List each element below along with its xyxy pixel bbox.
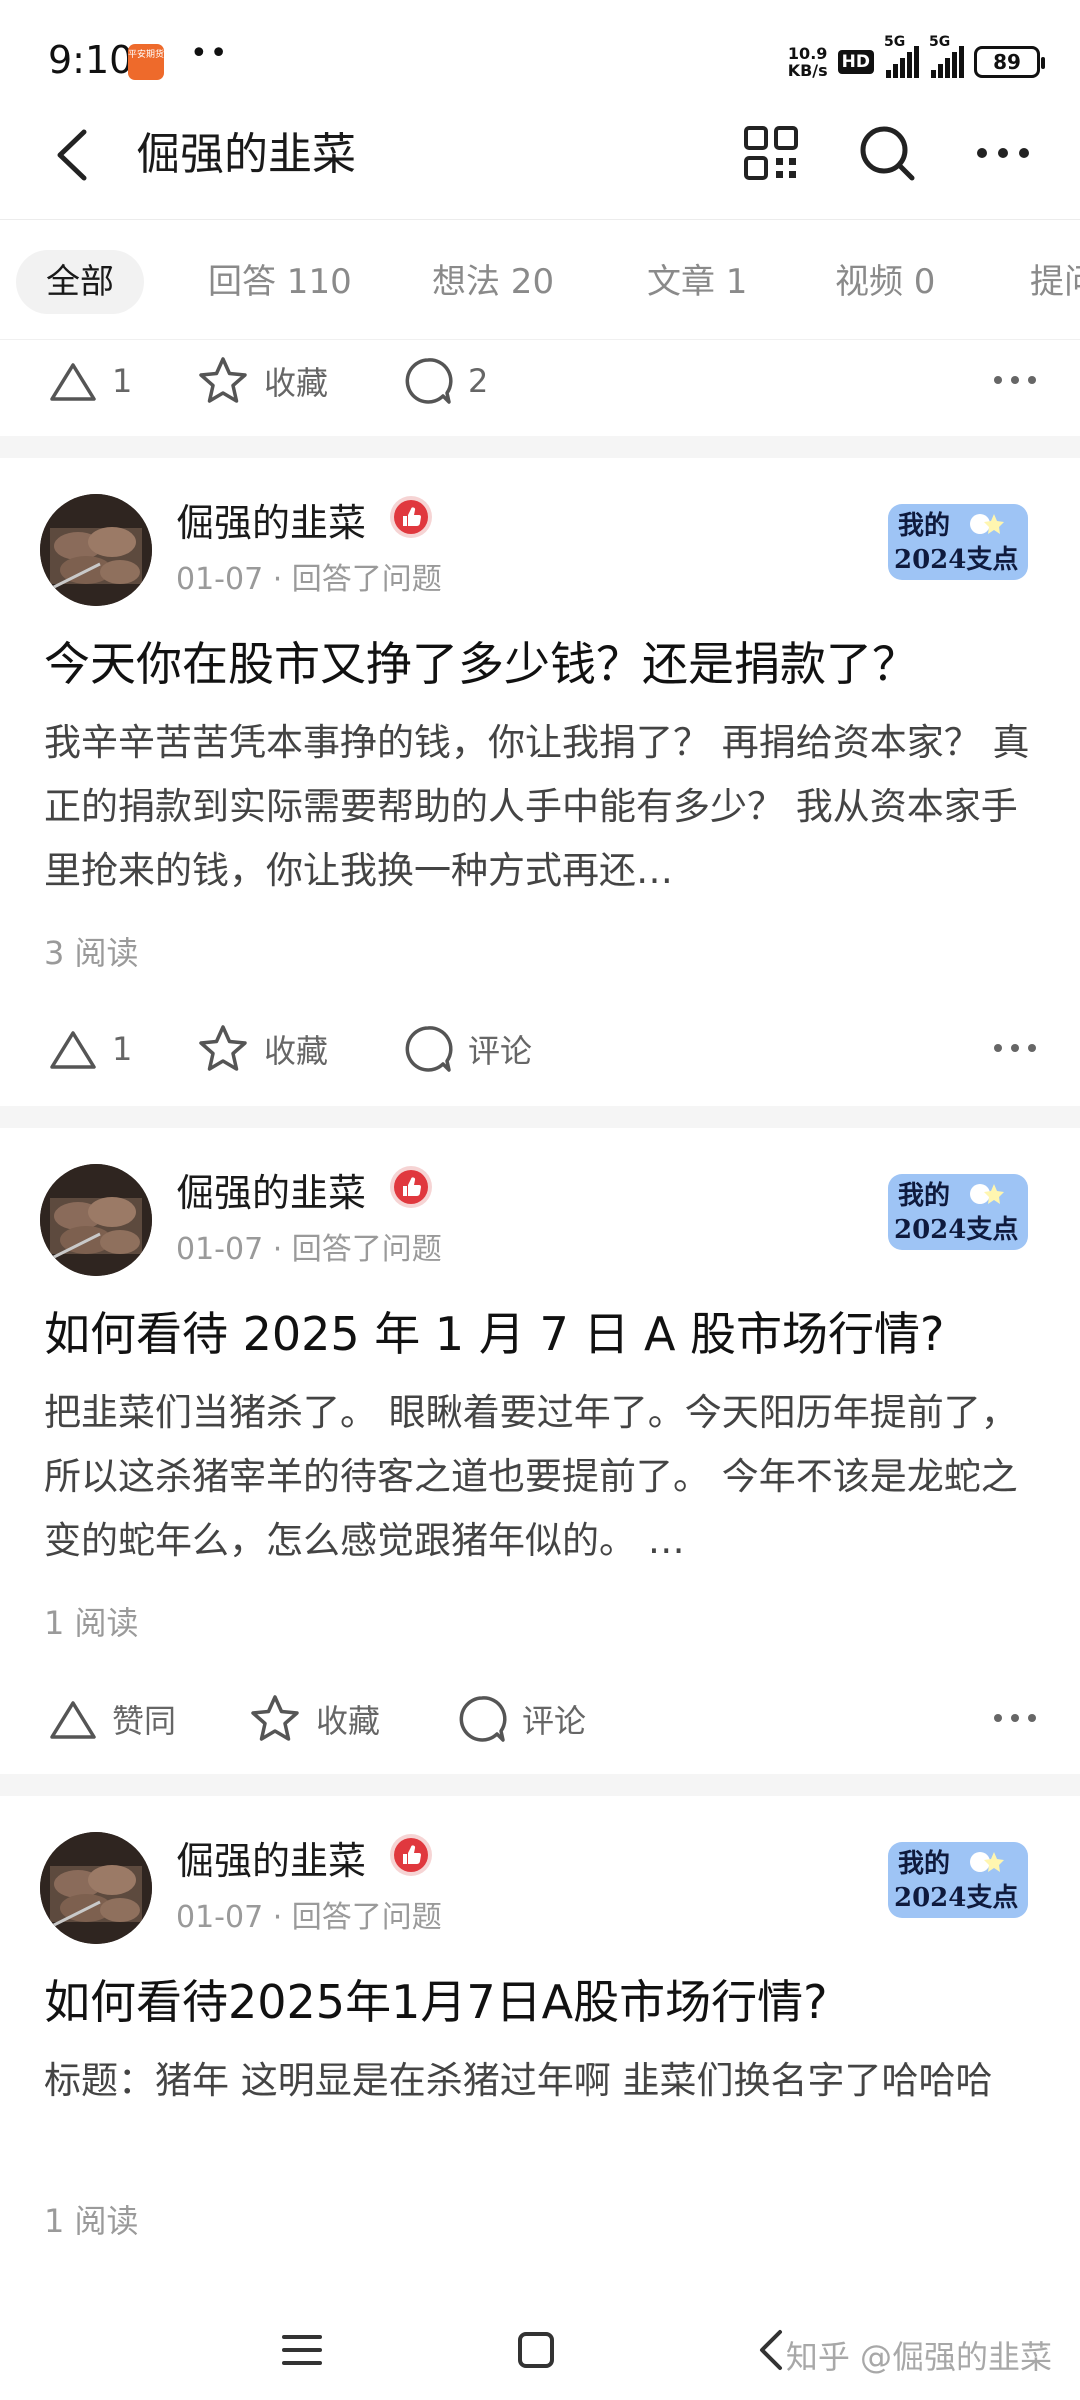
more-notifications-icon: ••: [190, 36, 230, 71]
like-button[interactable]: 1: [48, 336, 132, 426]
tab-videos[interactable]: 视频 0: [835, 250, 935, 314]
signal-icon-2: 5G: [929, 34, 964, 78]
more-dots-icon: [994, 1044, 1036, 1052]
network-speed: 10.9 KB/s: [787, 44, 828, 80]
feed-divider: [0, 1106, 1080, 1128]
tab-thoughts[interactable]: 想法 20: [432, 250, 554, 314]
card-action-row: 1 收藏 评论: [0, 1004, 1080, 1094]
item-more-button[interactable]: [990, 1028, 1040, 1072]
item-more-button[interactable]: [990, 360, 1040, 404]
question-title[interactable]: 如何看待 2025 年 1 月 7 日 A 股市场行情?: [44, 1298, 944, 1364]
svg-text:我的: 我的: [898, 510, 950, 541]
app-header: 倔强的韭菜: [0, 100, 1080, 220]
svg-text:2024支点: 2024支点: [894, 1214, 1018, 1245]
post-meta: 01-07 · 回答了问题: [176, 1900, 442, 1935]
more-dots-icon: [994, 376, 1036, 384]
year-review-sticker[interactable]: 我的 2024支点: [884, 1838, 1032, 1922]
favorite-button[interactable]: 收藏: [196, 1004, 328, 1094]
svg-text:2024支点: 2024支点: [894, 544, 1018, 575]
avatar-image: [40, 1164, 152, 1276]
comment-bubble-icon: [405, 358, 453, 404]
card-action-row: 赞同 收藏 评论: [0, 1674, 1080, 1764]
author-name[interactable]: 倔强的韭菜: [176, 1162, 366, 1217]
avatar-image: [40, 1832, 152, 1944]
status-indicators: 10.9 KB/s HD 5G 5G 89: [787, 34, 1045, 84]
question-title[interactable]: 今天你在股市又挣了多少钱？还是捐款了？: [44, 628, 918, 694]
search-button[interactable]: [852, 118, 922, 188]
top-action-row: 1 收藏 2: [0, 336, 1080, 426]
read-count: 1 阅读: [44, 2202, 139, 2240]
favorite-button[interactable]: 收藏: [196, 336, 328, 426]
answer-excerpt[interactable]: 把韭菜们当猪杀了。 眼瞅着要过年了。今天阳历年提前了，所以这杀猪宰羊的待客之道也…: [44, 1381, 1034, 1573]
menu-icon: [282, 2335, 322, 2365]
upvote-triangle-icon: [50, 363, 96, 401]
search-icon: [860, 126, 915, 181]
comment-button[interactable]: 评论: [456, 1674, 586, 1764]
hd-voice-icon: HD: [837, 50, 874, 74]
watermark: 知乎 @倔强的韭菜: [785, 2338, 1052, 2376]
author-name[interactable]: 倔强的韭菜: [176, 1830, 366, 1885]
status-time: 9:10: [48, 38, 134, 82]
star-icon: [251, 1695, 299, 1741]
star-icon: [199, 357, 247, 403]
answer-card[interactable]: 倔强的韭菜 01-07 · 回答了问题 我的 2024支点 今天你在股市又挣了多…: [0, 458, 1080, 1098]
comment-bubble-icon: [459, 1696, 507, 1742]
comment-bubble-icon: [405, 1026, 453, 1072]
home-square-icon: [518, 2332, 554, 2368]
year-review-sticker[interactable]: 我的 2024支点: [884, 1170, 1032, 1254]
feed-divider: [0, 1774, 1080, 1796]
svg-text:2024支点: 2024支点: [894, 1882, 1018, 1913]
tab-questions[interactable]: 提问: [1030, 250, 1080, 314]
back-arrow-icon: [57, 129, 87, 181]
favorite-button[interactable]: 收藏: [248, 1674, 380, 1764]
post-meta: 01-07 · 回答了问题: [176, 562, 442, 597]
svg-text:我的: 我的: [898, 1848, 950, 1879]
post-meta: 01-07 · 回答了问题: [176, 1232, 442, 1267]
feed-divider: [0, 436, 1080, 458]
year-review-sticker[interactable]: 我的 2024支点: [884, 500, 1032, 584]
qr-code-icon: [744, 126, 798, 180]
more-icon: [977, 148, 1029, 158]
item-more-button[interactable]: [990, 1698, 1040, 1742]
like-button[interactable]: 赞同: [48, 1674, 176, 1764]
avatar-image: [40, 494, 152, 606]
answer-excerpt[interactable]: 我辛辛苦苦凭本事挣的钱，你让我捐了？ 再捐给资本家？ 真正的捐款到实际需要帮助的…: [44, 711, 1034, 903]
author-name[interactable]: 倔强的韭菜: [176, 492, 366, 547]
badge-icon: [390, 496, 432, 538]
page-title: 倔强的韭菜: [136, 129, 356, 180]
comment-button[interactable]: 2: [402, 336, 488, 426]
avatar[interactable]: [40, 494, 152, 606]
notification-app-icon: 平安期货: [128, 44, 164, 80]
tab-answers[interactable]: 回答 110: [208, 250, 352, 314]
battery-icon: 89: [974, 46, 1045, 78]
question-title[interactable]: 如何看待2025年1月7日A股市场行情?: [44, 1966, 827, 2032]
upvote-triangle-icon: [50, 1701, 96, 1739]
avatar[interactable]: [40, 1164, 152, 1276]
home-button[interactable]: [506, 2320, 566, 2380]
upvote-triangle-icon: [50, 1031, 96, 1069]
signal-icon: 5G: [884, 34, 919, 78]
content-tabs: 全部 回答 110 想法 20 文章 1 视频 0 提问: [0, 222, 1080, 340]
tab-articles[interactable]: 文章 1: [647, 250, 747, 314]
badge-icon: [390, 1834, 432, 1876]
tab-all[interactable]: 全部: [16, 250, 144, 314]
recent-apps-button[interactable]: [272, 2320, 332, 2380]
read-count: 1 阅读: [44, 1604, 139, 1642]
qr-code-button[interactable]: [736, 118, 806, 188]
read-count: 3 阅读: [44, 934, 139, 972]
avatar[interactable]: [40, 1832, 152, 1944]
system-nav-bar: 知乎 @倔强的韭菜: [0, 2300, 1080, 2400]
more-dots-icon: [994, 1714, 1036, 1722]
answer-card[interactable]: 倔强的韭菜 01-07 · 回答了问题 我的 2024支点 如何看待 2025 …: [0, 1128, 1080, 1768]
more-options-button[interactable]: [968, 118, 1038, 188]
answer-card[interactable]: 倔强的韭菜 01-07 · 回答了问题 我的 2024支点 如何看待2025年1…: [0, 1796, 1080, 2296]
back-button[interactable]: [44, 120, 104, 190]
comment-button[interactable]: 评论: [402, 1004, 532, 1094]
star-icon: [199, 1025, 247, 1071]
badge-icon: [390, 1166, 432, 1208]
like-button[interactable]: 1: [48, 1004, 132, 1094]
answer-excerpt[interactable]: 标题：猪年 这明显是在杀猪过年啊 韭菜们换名字了哈哈哈: [44, 2049, 1034, 2113]
svg-text:我的: 我的: [898, 1180, 950, 1211]
